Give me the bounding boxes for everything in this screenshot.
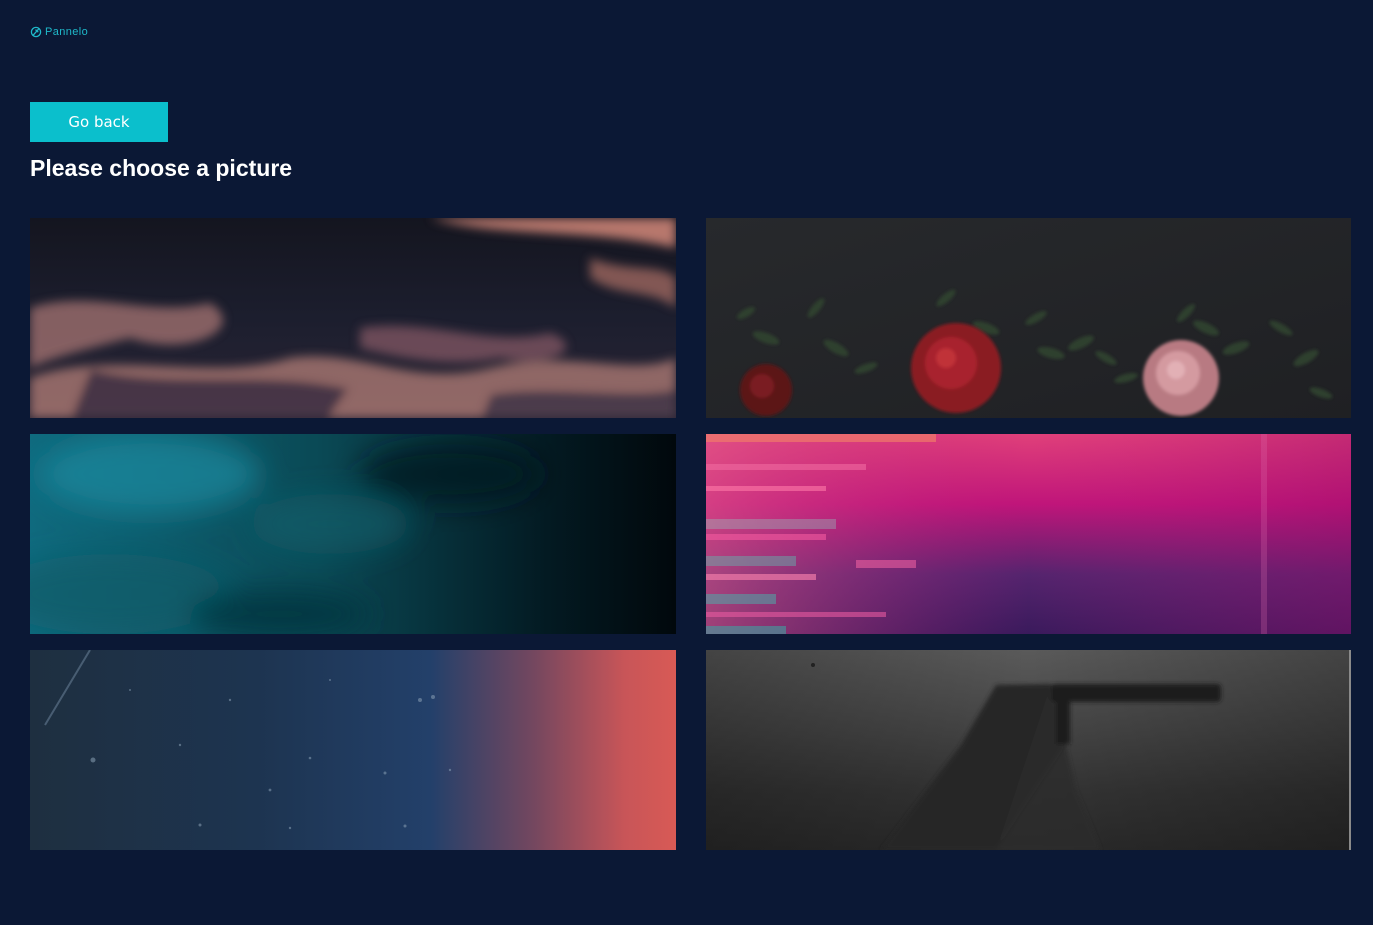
picture-option-glitch[interactable] — [706, 434, 1351, 634]
picture-option-foggy-pier[interactable] — [706, 650, 1351, 850]
picture-option-teal-smoke[interactable] — [30, 434, 676, 634]
page-title: Please choose a picture — [30, 155, 293, 181]
picture-option-space-gradient[interactable] — [30, 650, 676, 850]
brand-name: Pannelo — [45, 26, 89, 38]
go-back-button[interactable]: Go back — [30, 102, 168, 142]
pannelo-logo-icon — [30, 26, 42, 38]
picture-grid — [30, 218, 1351, 850]
picture-option-roses[interactable] — [706, 218, 1351, 418]
picture-option-ocean-waves[interactable] — [30, 218, 676, 418]
brand-logo[interactable]: Pannelo — [30, 26, 88, 38]
